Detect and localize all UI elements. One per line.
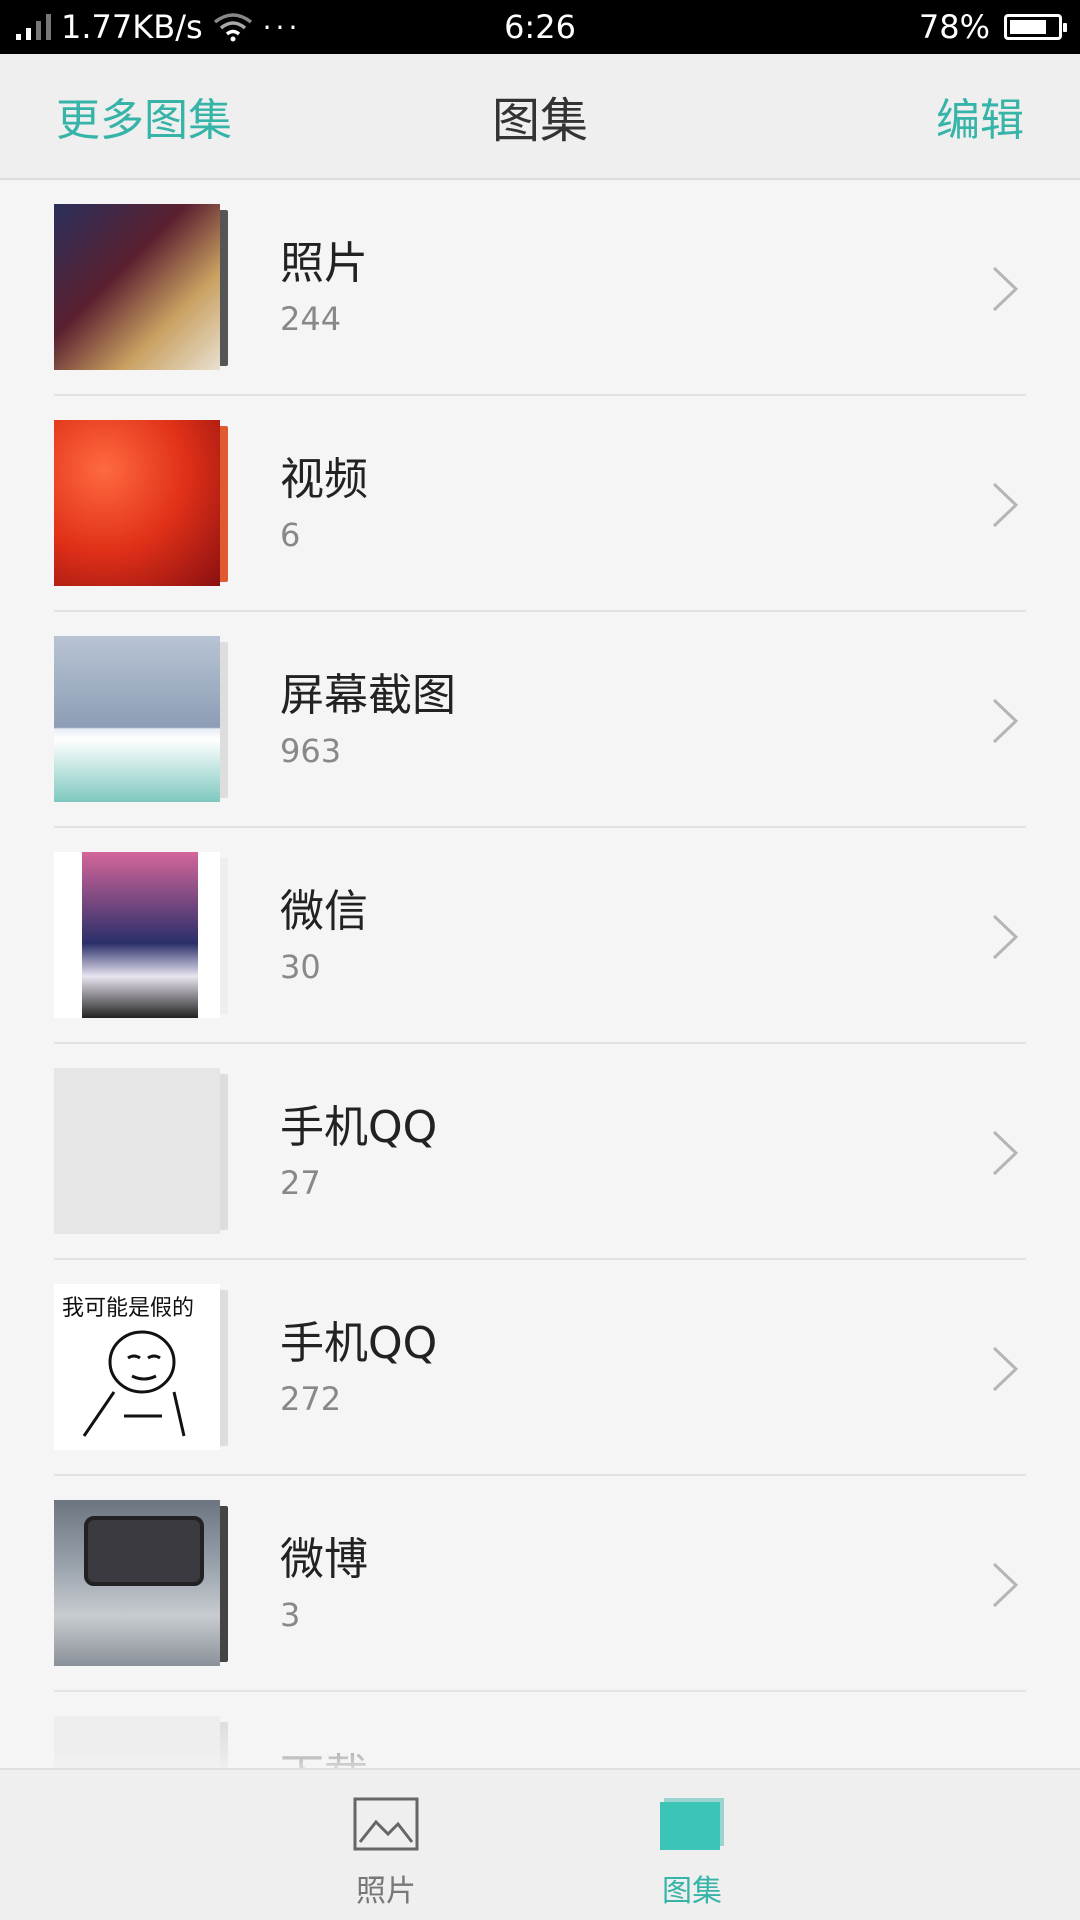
album-name: 微信: [280, 886, 368, 937]
album-item[interactable]: 手机QQ 27: [0, 1044, 1080, 1260]
album-count: 244: [280, 300, 342, 338]
list-fade: [0, 1680, 1080, 1768]
edit-button[interactable]: 编辑: [936, 84, 1024, 148]
album-thumbnail: [54, 852, 228, 1020]
album-name: 手机QQ: [280, 1318, 438, 1369]
album-item[interactable]: 微博 3: [0, 1476, 1080, 1692]
album-count: 30: [280, 948, 321, 986]
tab-albums[interactable]: 图集: [612, 1796, 772, 1910]
status-left: 1.77KB/s ···: [0, 8, 301, 46]
tab-albums-label: 图集: [662, 1874, 722, 1909]
battery-percent: 78%: [918, 8, 990, 46]
album-thumbnail: [54, 420, 228, 588]
album-thumbnail: [54, 204, 228, 372]
album-item[interactable]: 视频 6: [0, 396, 1080, 612]
chevron-right-icon: [992, 266, 1019, 312]
album-count: 3: [280, 1596, 301, 1634]
status-right: 78%: [919, 8, 1080, 46]
chevron-right-icon: [992, 1346, 1019, 1392]
album-name: 手机QQ: [280, 1102, 438, 1153]
chevron-right-icon: [992, 698, 1019, 744]
album-count: 6: [280, 516, 301, 554]
tab-photos-label: 照片: [356, 1874, 416, 1909]
app-header: 更多图集 图集 编辑: [0, 54, 1080, 180]
meme-caption: 我可能是假的: [62, 1296, 195, 1321]
album-count: 27: [280, 1164, 321, 1202]
bottom-nav: 照片 图集: [0, 1768, 1080, 1920]
wifi-icon: [213, 13, 252, 42]
more-dots: ···: [262, 10, 302, 44]
album-count: 272: [280, 1380, 342, 1418]
meme-drawing: [82, 1330, 186, 1437]
album-list: 照片 244 视频 6 屏幕截图 963 微信 30 手机QQ 27 我可能是假…: [0, 180, 1080, 1908]
signal-icon: [16, 14, 51, 40]
album-item[interactable]: 我可能是假的 手机QQ 272: [0, 1260, 1080, 1476]
album-item[interactable]: 照片 244: [0, 180, 1080, 396]
album-thumbnail: 我可能是假的: [54, 1284, 228, 1452]
more-albums-button[interactable]: 更多图集: [56, 84, 232, 148]
net-speed: 1.77KB/s: [61, 8, 203, 46]
album-item[interactable]: 屏幕截图 963: [0, 612, 1080, 828]
album-thumbnail: [54, 636, 228, 804]
album-item[interactable]: 微信 30: [0, 828, 1080, 1044]
chevron-right-icon: [992, 1562, 1019, 1608]
chevron-right-icon: [992, 914, 1019, 960]
chevron-right-icon: [992, 1130, 1019, 1176]
battery-fill: [1010, 20, 1046, 34]
album-name: 视频: [280, 454, 368, 505]
battery-icon: [1004, 14, 1067, 40]
album-thumbnail: [54, 1500, 228, 1668]
album-count: 963: [280, 732, 342, 770]
tab-photos[interactable]: 照片: [306, 1796, 466, 1910]
album-thumbnail: [54, 1068, 228, 1236]
albums-icon: [660, 1798, 724, 1850]
status-bar: 1.77KB/s ··· 6:26 78%: [0, 0, 1080, 54]
album-name: 屏幕截图: [280, 670, 456, 721]
album-name: 照片: [280, 238, 368, 289]
album-name: 微博: [280, 1534, 368, 1585]
chevron-right-icon: [992, 482, 1019, 528]
image-icon: [353, 1797, 419, 1851]
